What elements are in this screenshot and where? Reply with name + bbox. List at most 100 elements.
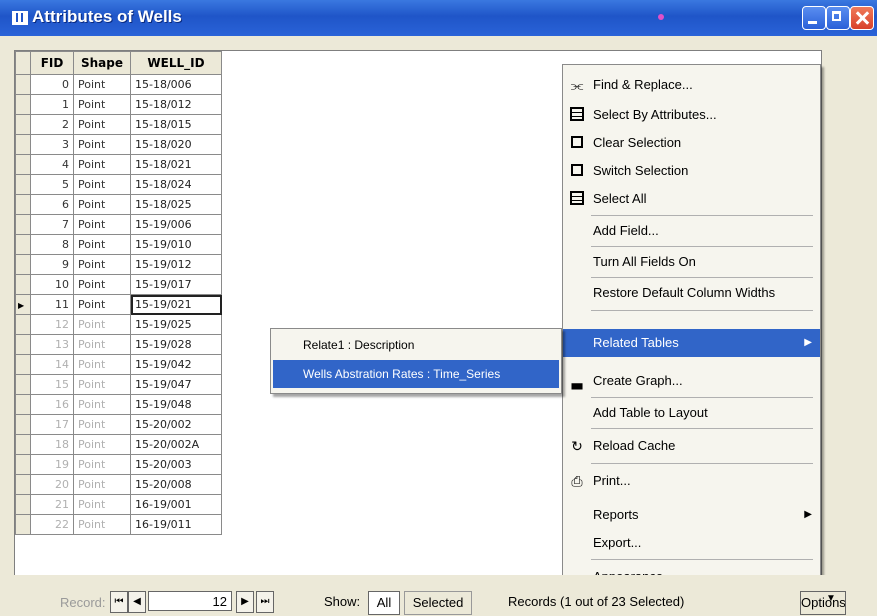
cell-well-id[interactable]: 15-20/002	[130, 414, 222, 435]
table-row[interactable]: 8 Point 15-19/010	[15, 234, 222, 255]
cell-fid[interactable]: 2	[30, 114, 74, 135]
cell-fid[interactable]: 5	[30, 174, 74, 195]
row-selector[interactable]	[15, 454, 31, 475]
menu-item-add-table-to-layout[interactable]: Add Table to Layout	[563, 399, 820, 427]
menu-item-add-field[interactable]: Add Field...	[563, 217, 820, 245]
cell-fid[interactable]: 15	[30, 374, 74, 395]
row-selector[interactable]: ▶	[15, 294, 31, 315]
cell-fid[interactable]: 10	[30, 274, 74, 295]
cell-fid[interactable]: 22	[30, 514, 74, 535]
cell-shape[interactable]: Point	[73, 334, 131, 355]
menu-item-clear-selection[interactable]: Clear Selection	[563, 129, 820, 157]
cell-fid[interactable]: 20	[30, 474, 74, 495]
cell-shape[interactable]: Point	[73, 454, 131, 475]
cell-fid[interactable]: 17	[30, 414, 74, 435]
menu-item-restore-column-widths[interactable]: Restore Default Column Widths	[563, 279, 820, 307]
cell-well-id[interactable]: 15-18/020	[130, 134, 222, 155]
table-row[interactable]: 9 Point 15-19/012	[15, 254, 222, 275]
row-selector[interactable]	[15, 194, 31, 215]
cell-shape[interactable]: Point	[73, 94, 131, 115]
row-selector[interactable]	[15, 354, 31, 375]
row-selector[interactable]	[15, 514, 31, 535]
menu-item-turn-all-fields-on[interactable]: Turn All Fields On	[563, 248, 820, 276]
submenu-item-relate1[interactable]: Relate1 : Description	[273, 331, 559, 359]
cell-shape[interactable]: Point	[73, 314, 131, 335]
cell-shape[interactable]: Point	[73, 74, 131, 95]
menu-item-create-graph[interactable]: ▃ Create Graph...	[563, 367, 820, 395]
cell-fid[interactable]: 6	[30, 194, 74, 215]
cell-well-id[interactable]: 15-20/002A	[130, 434, 222, 455]
row-selector[interactable]	[15, 114, 31, 135]
table-row[interactable]: 0 Point 15-18/006	[15, 74, 222, 95]
row-selector-header[interactable]	[15, 51, 31, 75]
show-all-button[interactable]: All	[368, 591, 400, 615]
cell-well-id[interactable]: 15-19/025	[130, 314, 222, 335]
cell-well-id[interactable]: 16-19/001	[130, 494, 222, 515]
table-row[interactable]: 4 Point 15-18/021	[15, 154, 222, 175]
cell-shape[interactable]: Point	[73, 114, 131, 135]
cell-fid[interactable]: 1	[30, 94, 74, 115]
column-header-shape[interactable]: Shape	[73, 51, 131, 75]
table-row[interactable]: 1 Point 15-18/012	[15, 94, 222, 115]
menu-item-select-by-attributes[interactable]: Select By Attributes...	[563, 101, 820, 129]
title-bar[interactable]: Attributes of Wells	[0, 0, 877, 36]
previous-record-button[interactable]: ◀	[128, 591, 146, 613]
cell-fid[interactable]: 12	[30, 314, 74, 335]
menu-item-related-tables[interactable]: Related Tables ▶	[563, 329, 820, 357]
menu-item-select-all[interactable]: Select All	[563, 185, 820, 213]
cell-shape[interactable]: Point	[73, 474, 131, 495]
cell-shape[interactable]: Point	[73, 154, 131, 175]
cell-fid[interactable]: 19	[30, 454, 74, 475]
table-row[interactable]: 13 Point 15-19/028	[15, 334, 222, 355]
table-row[interactable]: 6 Point 15-18/025	[15, 194, 222, 215]
maximize-button[interactable]	[826, 6, 850, 30]
table-row[interactable]: 14 Point 15-19/042	[15, 354, 222, 375]
table-row[interactable]: 18 Point 15-20/002A	[15, 434, 222, 455]
table-row[interactable]: 16 Point 15-19/048	[15, 394, 222, 415]
close-button[interactable]	[850, 6, 874, 30]
submenu-item-wells-abstraction-rates[interactable]: Wells Abstration Rates : Time_Series	[273, 360, 559, 388]
cell-fid[interactable]: 11	[30, 294, 74, 315]
cell-well-id[interactable]: 15-19/047	[130, 374, 222, 395]
cell-fid[interactable]: 9	[30, 254, 74, 275]
cell-shape[interactable]: Point	[73, 214, 131, 235]
cell-shape[interactable]: Point	[73, 354, 131, 375]
row-selector[interactable]	[15, 214, 31, 235]
cell-shape[interactable]: Point	[73, 394, 131, 415]
row-selector[interactable]	[15, 374, 31, 395]
cell-well-id[interactable]: 15-19/012	[130, 254, 222, 275]
table-row[interactable]: 22 Point 16-19/011	[15, 514, 222, 535]
table-row[interactable]: 7 Point 15-19/006	[15, 214, 222, 235]
table-row[interactable]: 15 Point 15-19/047	[15, 374, 222, 395]
cell-shape[interactable]: Point	[73, 434, 131, 455]
cell-well-id[interactable]: 15-18/012	[130, 94, 222, 115]
row-selector[interactable]	[15, 474, 31, 495]
row-selector[interactable]	[15, 414, 31, 435]
cell-shape[interactable]: Point	[73, 194, 131, 215]
table-row[interactable]: 5 Point 15-18/024	[15, 174, 222, 195]
cell-shape[interactable]: Point	[73, 374, 131, 395]
cell-shape[interactable]: Point	[73, 174, 131, 195]
cell-fid[interactable]: 18	[30, 434, 74, 455]
cell-shape[interactable]: Point	[73, 414, 131, 435]
last-record-button[interactable]: ⏭	[256, 591, 274, 613]
cell-shape[interactable]: Point	[73, 514, 131, 535]
cell-shape[interactable]: Point	[73, 254, 131, 275]
cell-shape[interactable]: Point	[73, 274, 131, 295]
table-row[interactable]: 3 Point 15-18/020	[15, 134, 222, 155]
first-record-button[interactable]: ⏮	[110, 591, 128, 613]
cell-fid[interactable]: 4	[30, 154, 74, 175]
row-selector[interactable]	[15, 434, 31, 455]
cell-well-id[interactable]: 15-19/010	[130, 234, 222, 255]
cell-fid[interactable]: 0	[30, 74, 74, 95]
row-selector[interactable]	[15, 74, 31, 95]
cell-fid[interactable]: 7	[30, 214, 74, 235]
row-selector[interactable]	[15, 134, 31, 155]
menu-item-switch-selection[interactable]: Switch Selection	[563, 157, 820, 185]
row-selector[interactable]	[15, 334, 31, 355]
cell-well-id[interactable]: 15-19/048	[130, 394, 222, 415]
row-selector[interactable]	[15, 94, 31, 115]
cell-well-id[interactable]: 15-20/008	[130, 474, 222, 495]
cell-shape[interactable]: Point	[73, 494, 131, 515]
cell-shape[interactable]: Point	[73, 294, 131, 315]
